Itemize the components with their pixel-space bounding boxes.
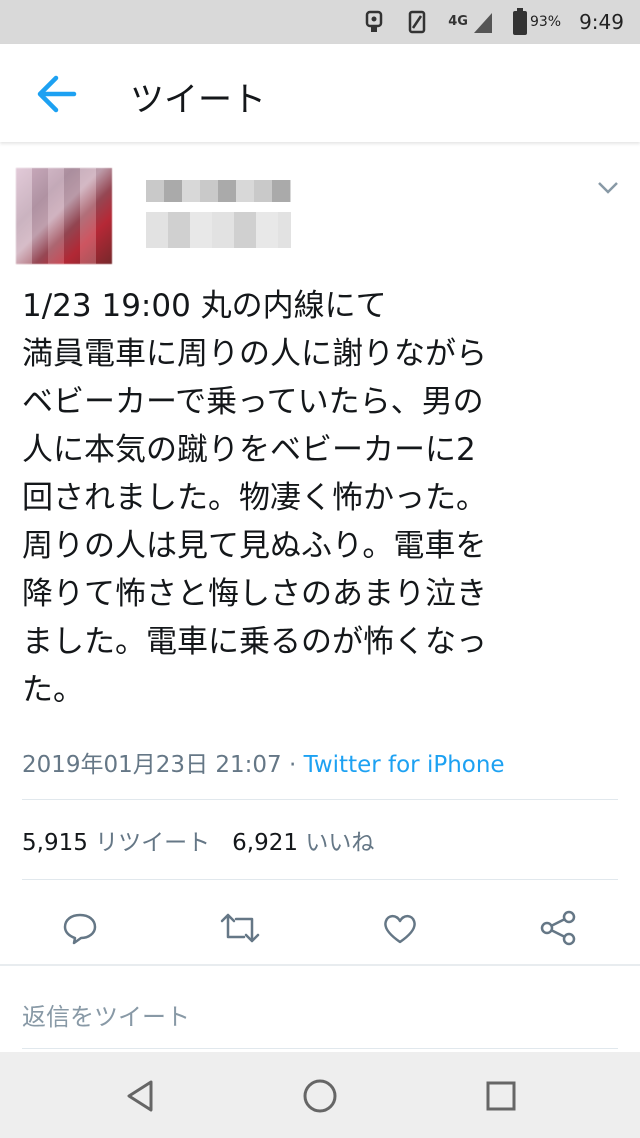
battery-percent: 93% — [529, 14, 562, 30]
page-title: ツイート — [130, 80, 266, 120]
display-name-redacted[interactable] — [146, 180, 291, 202]
divider — [22, 799, 618, 800]
network-signal-icon: 4G — [448, 11, 494, 33]
tweet-source-link[interactable]: Twitter for iPhone — [304, 752, 505, 778]
tweet-meta: 2019年01月23日 21:07 · Twitter for iPhone — [22, 745, 505, 779]
avatar-overlay — [16, 168, 112, 264]
tweet-timestamp: 2019年01月23日 21:07 — [22, 752, 282, 778]
nav-recents-icon[interactable] — [481, 1076, 521, 1116]
like-label: いいね — [305, 830, 375, 856]
divider — [0, 964, 640, 966]
like-stat[interactable]: 6,921 いいね — [232, 830, 374, 856]
share-icon[interactable] — [538, 908, 578, 948]
reply-input[interactable]: 返信をツイート — [22, 997, 190, 1032]
meta-separator: · — [281, 752, 304, 778]
tweet-text: 1/23 19:00 丸の内線にて 満員電車に周りの人に謝りながら ベビーカーで… — [22, 288, 487, 708]
retweet-label: リツイート — [95, 830, 211, 856]
retweet-count: 5,915 — [22, 830, 88, 856]
nav-home-icon[interactable] — [300, 1076, 340, 1116]
divider — [22, 879, 618, 880]
clock: 9:49 — [579, 10, 624, 34]
like-count: 6,921 — [232, 830, 299, 856]
system-nav-bar — [0, 1052, 640, 1138]
reply-icon[interactable] — [60, 908, 100, 948]
like-heart-icon[interactable] — [380, 908, 420, 948]
reply-underline — [22, 1048, 618, 1049]
status-bar: 4G 93% 9:49 — [0, 0, 640, 44]
chevron-down-icon[interactable] — [596, 180, 620, 200]
retweet-icon[interactable] — [220, 908, 260, 948]
battery-icon: 93% — [512, 8, 561, 36]
network-type: 4G — [448, 14, 468, 29]
back-arrow-icon[interactable] — [36, 74, 78, 118]
tweet-actions — [0, 902, 640, 966]
app-bar: ツイート — [0, 44, 640, 142]
tweet-stats: 5,915 リツイート 6,921 いいね — [22, 823, 374, 857]
vibrate-icon — [404, 9, 430, 35]
alarm-icon — [362, 9, 386, 35]
nav-back-icon[interactable] — [120, 1076, 160, 1116]
handle-redacted[interactable] — [146, 212, 291, 248]
retweet-stat[interactable]: 5,915 リツイート — [22, 830, 210, 856]
